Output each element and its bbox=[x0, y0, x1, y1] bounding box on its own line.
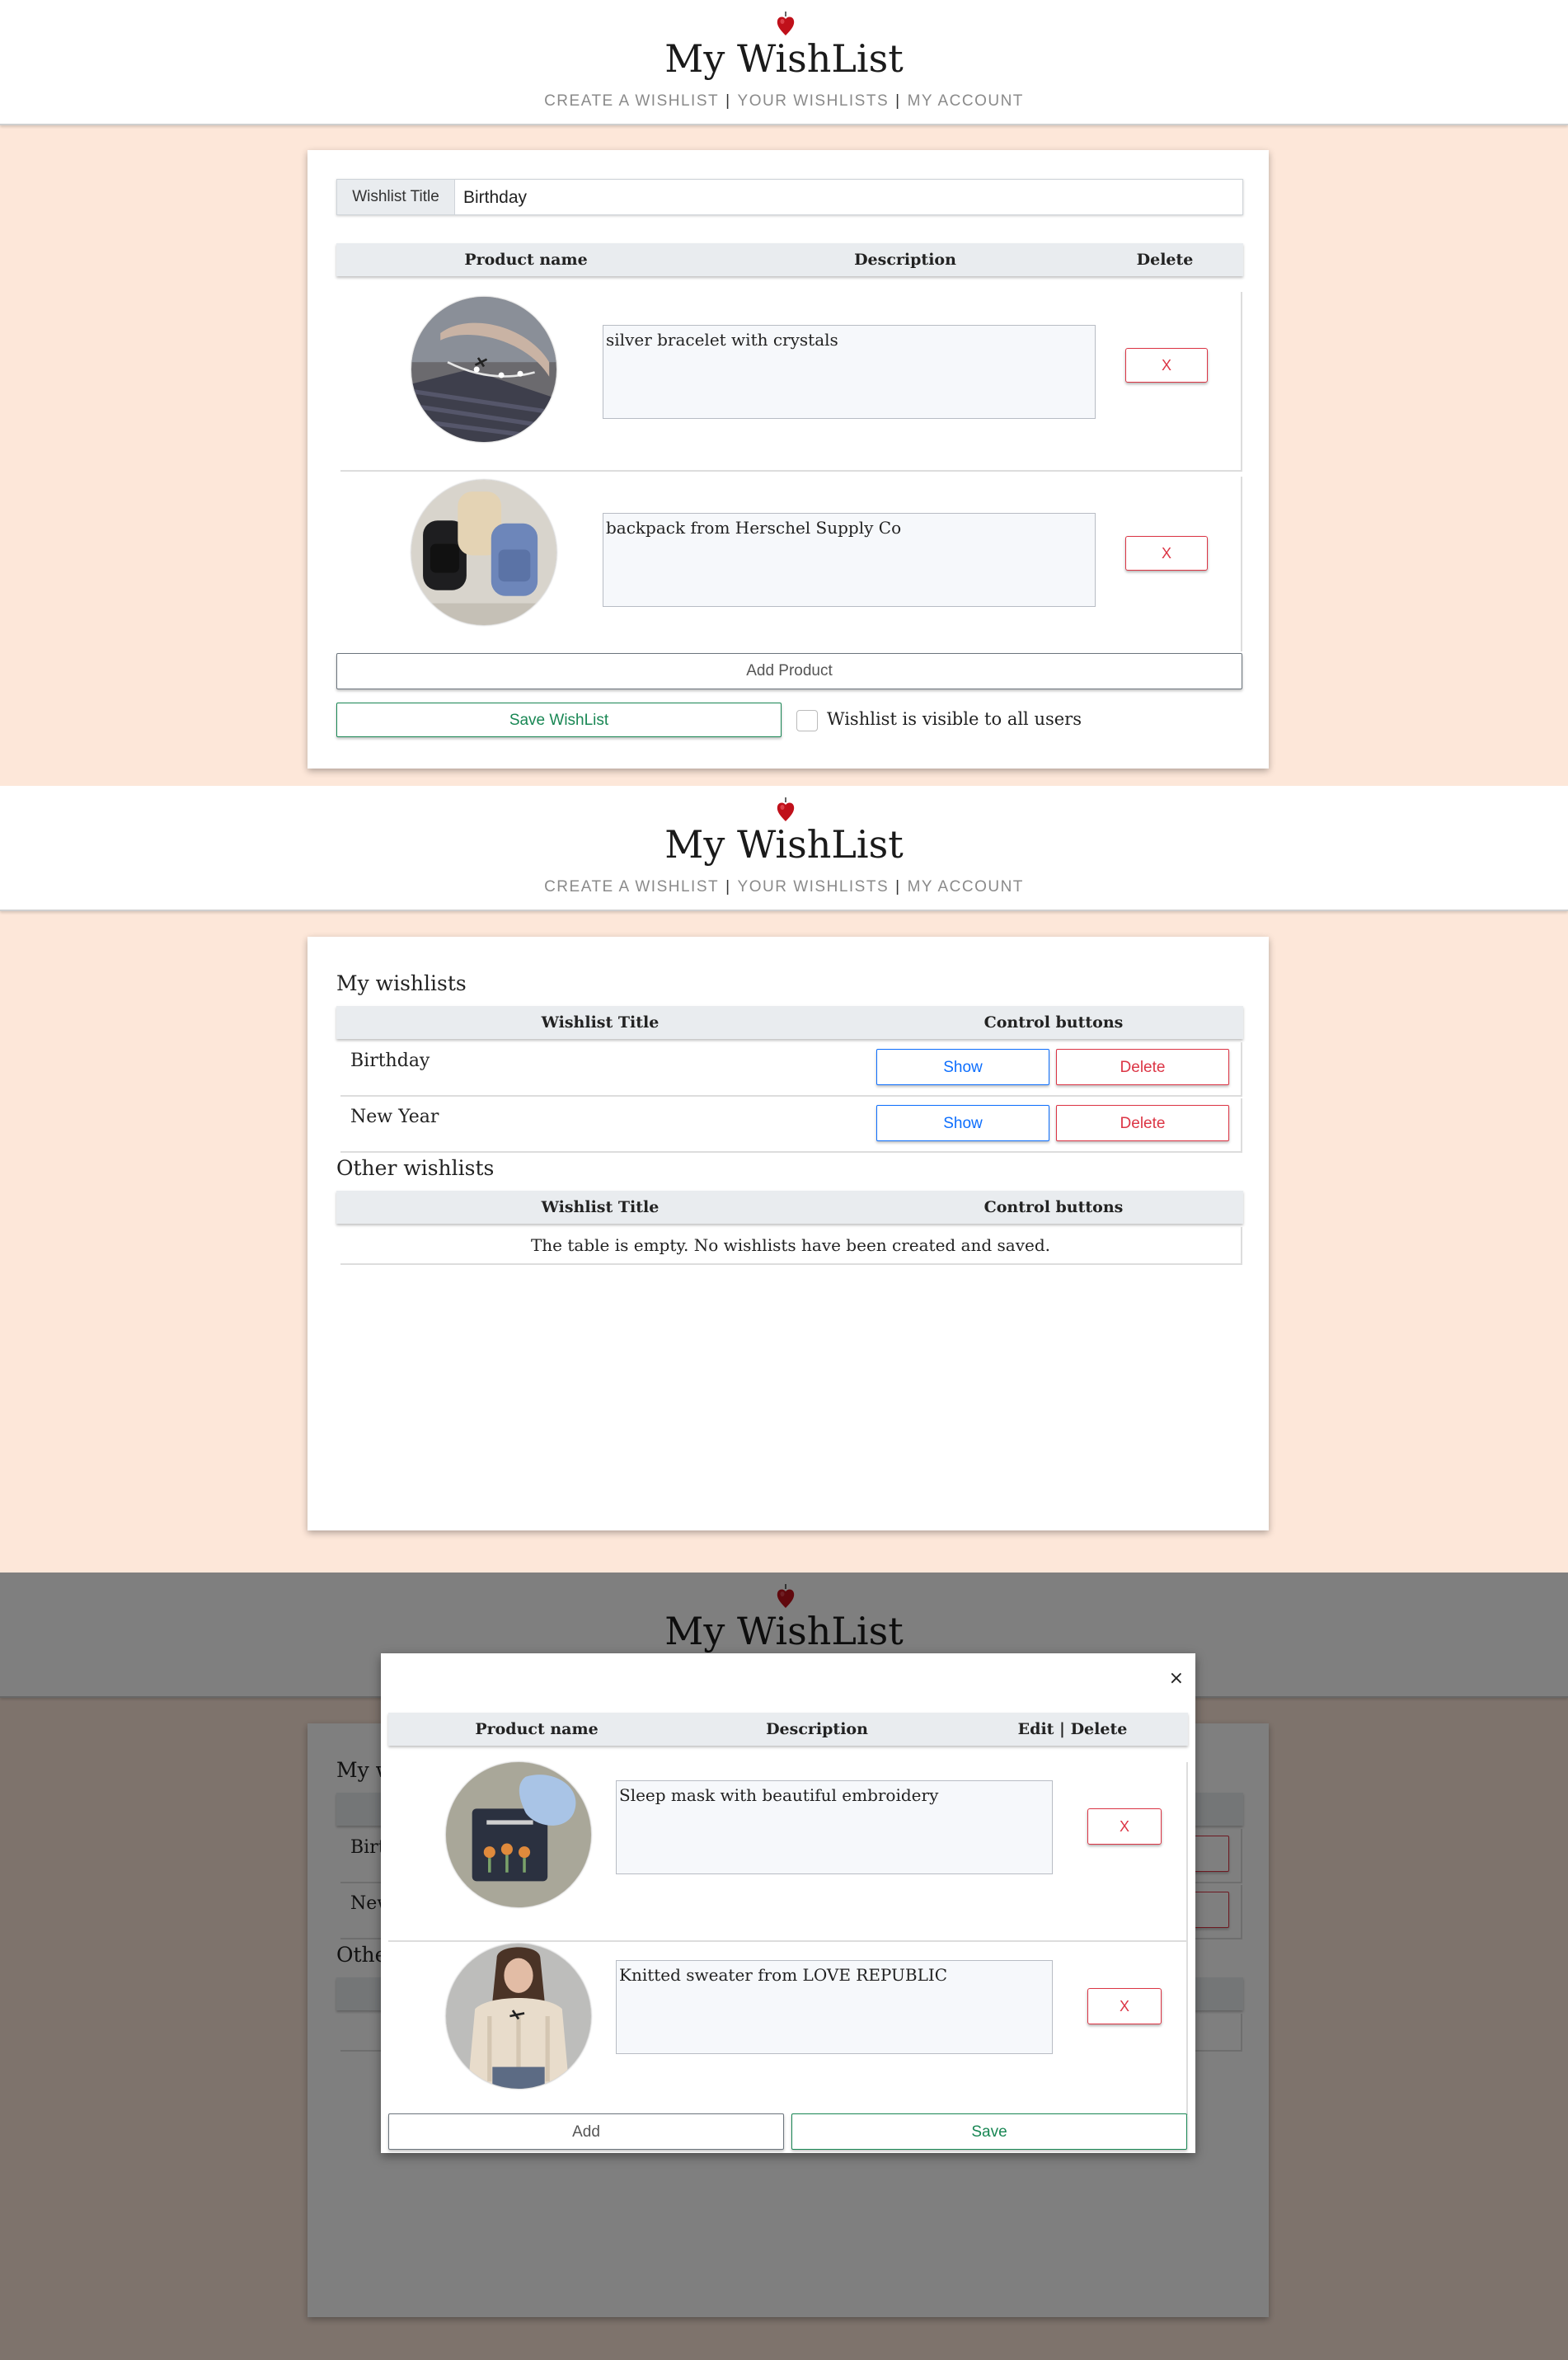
nav-create-wishlist[interactable]: CREATE A WISHLIST bbox=[544, 92, 719, 110]
wishlists-card: My wishlists Wishlist Title Control butt… bbox=[307, 937, 1269, 1530]
show-wishlist-button[interactable]: Show bbox=[876, 1105, 1049, 1141]
delete-product-button[interactable]: X bbox=[1087, 1808, 1162, 1845]
column-product-name: Product name bbox=[464, 251, 588, 269]
nav-create-wishlist[interactable]: CREATE A WISHLIST bbox=[544, 878, 719, 896]
wishlist-modal-screen: My WishList My w Birt New Othe × Product… bbox=[0, 1573, 1568, 2360]
save-wishlist-button[interactable]: Save WishList bbox=[336, 703, 782, 737]
column-product-name: Product name bbox=[475, 1720, 599, 1738]
product-image-backpack bbox=[411, 480, 556, 625]
wishlist-title-label: Wishlist Title bbox=[337, 180, 455, 214]
wishlist-title: New Year bbox=[350, 1107, 439, 1127]
main-nav: CREATE A WISHLIST | YOUR WISHLISTS | MY ACCO… bbox=[544, 92, 1024, 110]
modal-add-button[interactable]: Add bbox=[388, 2113, 784, 2150]
product-description-field[interactable]: silver bracelet with crystals bbox=[603, 325, 1096, 419]
add-product-button[interactable]: Add Product bbox=[336, 653, 1242, 689]
column-edit-delete: Edit | Delete bbox=[1017, 1720, 1128, 1738]
delete-wishlist-button[interactable]: Delete bbox=[1056, 1105, 1229, 1141]
wishlist-title: Birthday bbox=[350, 1051, 430, 1071]
empty-table-message: The table is empty. No wishlists have be… bbox=[340, 1227, 1242, 1265]
column-wishlist-title: Wishlist Title bbox=[541, 1013, 660, 1032]
wishlist-title-group: Wishlist Title Birthday bbox=[336, 179, 1243, 215]
column-description: Description bbox=[766, 1720, 868, 1738]
visible-to-all-checkbox[interactable] bbox=[796, 710, 818, 731]
my-wishlists-table-header: Wishlist Title Control buttons bbox=[336, 1006, 1243, 1039]
site-header: My WishList CREATE A WISHLIST | YOUR WISHL… bbox=[0, 0, 1568, 125]
wishlist-row: Birthday Show Delete bbox=[340, 1042, 1242, 1097]
column-delete: Delete bbox=[1136, 251, 1194, 269]
modal-table-header: Product name Description Edit | Delete bbox=[388, 1713, 1188, 1746]
product-image-sleep-mask bbox=[446, 1762, 591, 1907]
product-row: Sleep mask with beautiful embroidery X bbox=[388, 1762, 1188, 1942]
delete-product-button[interactable]: X bbox=[1087, 1988, 1162, 2024]
show-wishlist-button[interactable]: Show bbox=[876, 1049, 1049, 1085]
column-description: Description bbox=[854, 251, 956, 269]
main-nav: CREATE A WISHLIST | YOUR WISHLISTS | MY ACCO… bbox=[544, 878, 1024, 896]
delete-product-button[interactable]: X bbox=[1125, 536, 1208, 571]
nav-your-wishlists[interactable]: YOUR WISHLISTS bbox=[738, 92, 890, 110]
product-description-field[interactable]: Sleep mask with beautiful embroidery bbox=[616, 1780, 1053, 1874]
close-icon[interactable]: × bbox=[1169, 1668, 1184, 1689]
site-header: My WishList CREATE A WISHLIST | YOUR WISHL… bbox=[0, 786, 1568, 911]
product-table-header: Product name Description Delete bbox=[336, 243, 1243, 276]
nav-my-account[interactable]: MY ACCOUNT bbox=[908, 878, 1024, 896]
product-image-bracelet bbox=[411, 297, 556, 442]
column-control-buttons: Control buttons bbox=[984, 1013, 1124, 1032]
nav-my-account[interactable]: MY ACCOUNT bbox=[908, 92, 1024, 110]
visible-to-all-label: Wishlist is visible to all users bbox=[827, 709, 1082, 729]
site-title: My WishList bbox=[664, 822, 904, 867]
product-row: silver bracelet with crystals X bbox=[340, 292, 1242, 472]
heart-logo-icon bbox=[777, 12, 795, 35]
wishlist-modal: × Product name Description Edit | Delete bbox=[381, 1653, 1195, 2153]
column-wishlist-title: Wishlist Title bbox=[541, 1198, 660, 1216]
create-wishlist-screen: My WishList CREATE A WISHLIST | YOUR WISHL… bbox=[0, 0, 1568, 786]
product-description-field[interactable]: backpack from Herschel Supply Co bbox=[603, 513, 1096, 607]
wishlist-title-input[interactable]: Birthday bbox=[463, 180, 527, 214]
site-title: My WishList bbox=[664, 36, 904, 81]
modal-save-button[interactable]: Save bbox=[791, 2113, 1187, 2150]
other-wishlists-heading: Other wishlists bbox=[336, 1156, 495, 1180]
product-row: Knitted sweater from LOVE REPUBLIC X bbox=[388, 1942, 1188, 2115]
column-control-buttons: Control buttons bbox=[984, 1198, 1124, 1216]
product-row: backpack from Herschel Supply Co X bbox=[340, 477, 1242, 651]
delete-product-button[interactable]: X bbox=[1125, 348, 1208, 383]
heart-logo-icon bbox=[777, 797, 795, 821]
your-wishlists-screen: My WishList CREATE A WISHLIST | YOUR WISHL… bbox=[0, 786, 1568, 1573]
other-wishlists-table-header: Wishlist Title Control buttons bbox=[336, 1191, 1243, 1224]
product-image-sweater bbox=[446, 1944, 591, 2089]
create-wishlist-card: Wishlist Title Birthday Product name Des… bbox=[307, 150, 1269, 769]
nav-your-wishlists[interactable]: YOUR WISHLISTS bbox=[738, 878, 890, 896]
product-description-field[interactable]: Knitted sweater from LOVE REPUBLIC bbox=[616, 1960, 1053, 2054]
wishlist-row: New Year Show Delete bbox=[340, 1098, 1242, 1153]
my-wishlists-heading: My wishlists bbox=[336, 971, 467, 995]
delete-wishlist-button[interactable]: Delete bbox=[1056, 1049, 1229, 1085]
